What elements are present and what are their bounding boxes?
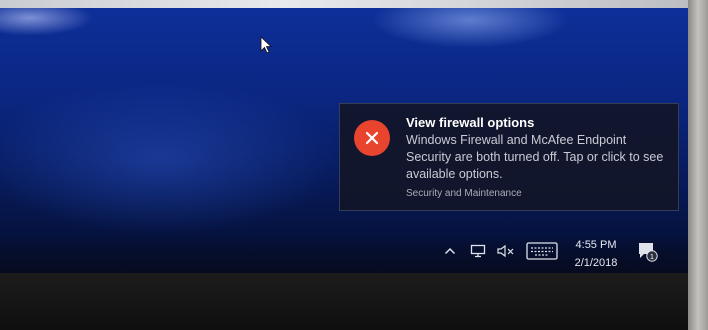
toast-title: View firewall options	[406, 115, 535, 130]
network-icon[interactable]	[470, 244, 486, 258]
notification-count: 1	[650, 252, 654, 261]
chevron-up-icon[interactable]	[444, 246, 456, 256]
clock-time: 4:55 PM	[575, 239, 617, 251]
taskbar-clock[interactable]: 4:55 PM 2/1/2018	[564, 238, 628, 270]
toast-body: Windows Firewall and McAfee Endpoint Sec…	[406, 133, 664, 181]
monitor-frame-right	[688, 0, 708, 330]
clock-date: 2/1/2018	[574, 257, 618, 269]
monitor-bezel-bottom	[0, 273, 688, 330]
toast-source: Security and Maintenance	[406, 188, 522, 199]
keyboard-icon[interactable]	[526, 241, 558, 261]
firewall-notification-toast[interactable]: View firewall options Windows Firewall a…	[339, 103, 679, 211]
action-center-icon[interactable]: 1	[636, 240, 658, 262]
toast-content: View firewall options Windows Firewall a…	[406, 114, 670, 200]
speaker-muted-icon[interactable]	[496, 244, 516, 258]
error-icon	[354, 120, 390, 156]
mouse-cursor-icon	[260, 36, 273, 54]
